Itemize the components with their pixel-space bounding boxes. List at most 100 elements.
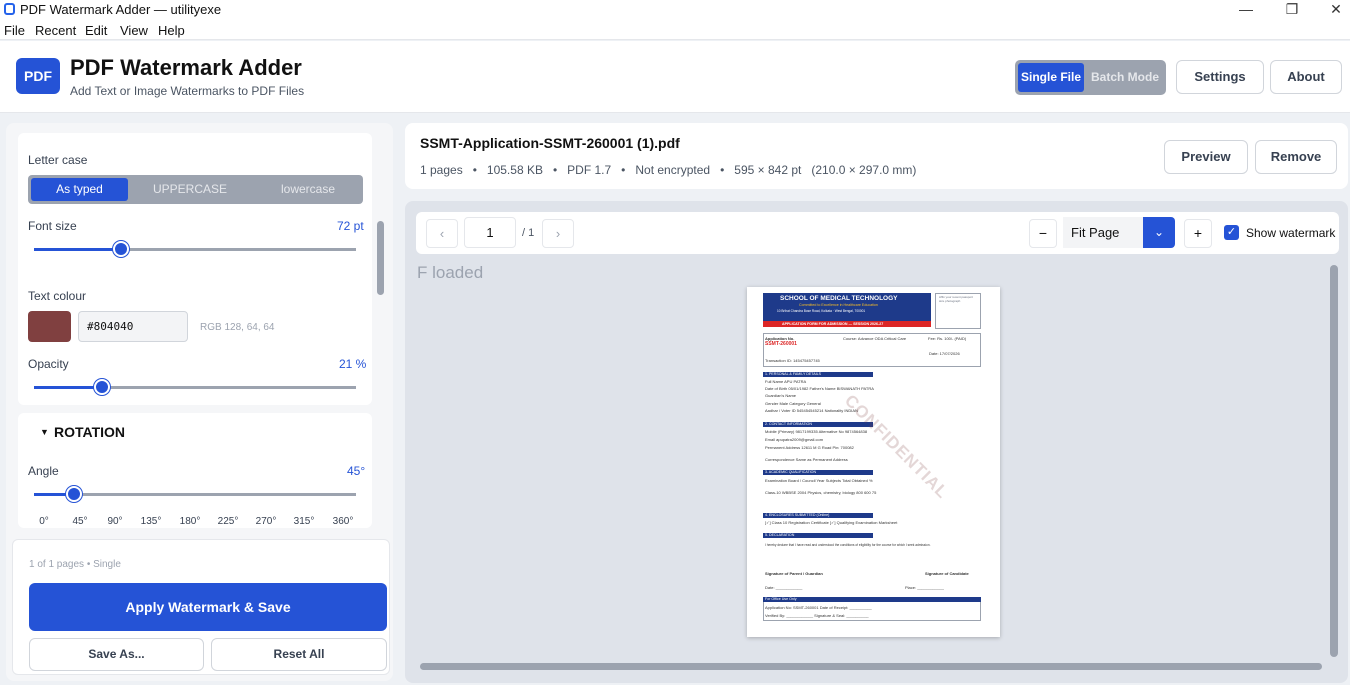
- menu-view[interactable]: View: [120, 23, 148, 38]
- maximize-icon[interactable]: ❐: [1282, 1, 1302, 18]
- doc-row: Gender Male Category General: [765, 401, 821, 406]
- action-card: 1 of 1 pages • Single Apply Watermark & …: [12, 539, 390, 675]
- font-size-label: Font size: [28, 219, 77, 233]
- panel-scrollbar[interactable]: [377, 221, 384, 295]
- case-as-typed[interactable]: As typed: [31, 178, 128, 201]
- letter-case-toggle: As typed UPPERCASE lowercase: [28, 175, 363, 204]
- angle-preset-360[interactable]: 360°: [328, 516, 358, 527]
- single-file-button[interactable]: Single File: [1018, 63, 1084, 92]
- remove-button[interactable]: Remove: [1255, 140, 1337, 174]
- preview-button[interactable]: Preview: [1164, 140, 1248, 174]
- font-size-value: 72 pt: [337, 219, 364, 233]
- doc-row: Email apupatra2009@gmail.com: [765, 437, 824, 442]
- doc-photo-text: Affix your recent passport size photogra…: [939, 295, 973, 303]
- doc-tagline: Committed to Excellence in Healthcare Ed…: [799, 303, 878, 307]
- menu-edit[interactable]: Edit: [85, 23, 107, 38]
- doc-fee: Fee: Rs. 100/- (PAID): [928, 336, 967, 341]
- collapse-caret-icon[interactable]: ▼: [40, 427, 49, 437]
- doc-sig-candidate: Signature of Candidate: [925, 571, 969, 576]
- prev-page-button[interactable]: ‹: [426, 219, 458, 248]
- app-icon: [4, 3, 15, 15]
- show-watermark-label[interactable]: Show watermark: [1246, 226, 1335, 240]
- app-logo: PDF: [16, 58, 60, 94]
- watermark-text: CONFIDENTIAL: [840, 390, 953, 503]
- mode-toggle: Single File Batch Mode: [1015, 60, 1166, 95]
- doc-row: Verified By: ____________ Signature & Se…: [765, 613, 869, 618]
- title-bar: PDF Watermark Adder — utilityexe — ❐ ✕: [0, 0, 1350, 20]
- opacity-thumb[interactable]: [93, 379, 110, 395]
- colour-hex-input[interactable]: #804040: [78, 311, 188, 342]
- menu-bar: File Recent Edit View Help: [0, 20, 1350, 40]
- zoom-out-button[interactable]: −: [1029, 219, 1057, 248]
- preview-horizontal-scrollbar[interactable]: [420, 663, 1322, 670]
- doc-place-line: Place: ____________: [905, 585, 944, 590]
- angle-value: 45°: [347, 464, 366, 478]
- case-uppercase[interactable]: UPPERCASE: [140, 178, 240, 201]
- text-style-card: [18, 133, 372, 405]
- doc-section-2: 2. CONTACT INFORMATION: [763, 422, 873, 427]
- opacity-slider[interactable]: [34, 379, 356, 395]
- page-total: / 1: [522, 227, 535, 239]
- case-lowercase[interactable]: lowercase: [258, 178, 358, 201]
- save-as-button[interactable]: Save As...: [29, 638, 204, 671]
- doc-row: Correspondence Same as Permanent Address: [765, 457, 848, 462]
- doc-txn: Transaction ID: 145475457745: [765, 358, 820, 363]
- rotation-title[interactable]: ROTATION: [54, 424, 125, 440]
- page-info: 1 of 1 pages • Single: [29, 559, 121, 570]
- viewer-toolbar: ‹ 1 / 1 › − Fit Page ⌄ + ✓ Show watermar…: [416, 212, 1339, 254]
- about-button[interactable]: About: [1270, 60, 1342, 94]
- doc-row: Application No: SSMT-260001 Date of Rece…: [765, 605, 872, 610]
- opacity-value: 21 %: [339, 357, 367, 371]
- colour-rgb-text: RGB 128, 64, 64: [200, 322, 275, 333]
- angle-preset-315[interactable]: 315°: [289, 516, 319, 527]
- app-title: PDF Watermark Adder: [70, 55, 302, 80]
- text-colour-label: Text colour: [28, 289, 87, 303]
- angle-preset-180[interactable]: 180°: [175, 516, 205, 527]
- doc-section-4: 4. ENCLOSURES SUBMITTED (Online): [763, 513, 873, 518]
- angle-preset-0[interactable]: 0°: [29, 516, 59, 527]
- doc-form-title: APPLICATION FORM FOR ADMISSION — SESSION…: [782, 322, 884, 326]
- next-page-button[interactable]: ›: [542, 219, 574, 248]
- angle-preset-90[interactable]: 90°: [100, 516, 130, 527]
- angle-slider[interactable]: [34, 486, 356, 502]
- settings-button[interactable]: Settings: [1176, 60, 1264, 94]
- menu-recent[interactable]: Recent: [35, 23, 76, 38]
- doc-row: Guardian's Name: [765, 393, 796, 398]
- file-name: SSMT-Application-SSMT-260001 (1).pdf: [420, 135, 680, 151]
- angle-label: Angle: [28, 464, 59, 478]
- batch-mode-button[interactable]: Batch Mode: [1087, 63, 1163, 92]
- angle-preset-270[interactable]: 270°: [251, 516, 281, 527]
- angle-preset-45[interactable]: 45°: [65, 516, 95, 527]
- angle-preset-225[interactable]: 225°: [213, 516, 243, 527]
- reset-all-button[interactable]: Reset All: [211, 638, 387, 671]
- file-info-card: SSMT-Application-SSMT-260001 (1).pdf 1 p…: [405, 123, 1348, 189]
- doc-row: Class-10 WBBSE 2004 Physics, chemistry, …: [765, 490, 877, 495]
- chevron-down-icon[interactable]: ⌄: [1143, 217, 1175, 248]
- apply-watermark-button[interactable]: Apply Watermark & Save: [29, 583, 387, 631]
- menu-help[interactable]: Help: [158, 23, 185, 38]
- doc-address: 10 Brihat Chandra Bose Road, Kolkata · W…: [777, 309, 866, 313]
- page-number-input[interactable]: 1: [464, 217, 516, 248]
- menu-file[interactable]: File: [4, 23, 25, 38]
- preview-area: ‹ 1 / 1 › − Fit Page ⌄ + ✓ Show watermar…: [405, 201, 1348, 683]
- letter-case-label: Letter case: [28, 153, 88, 167]
- app-header: PDF PDF Watermark Adder Add Text or Imag…: [0, 41, 1350, 113]
- doc-course: Course: Advance ODA Critical Care: [843, 336, 907, 341]
- doc-section-5: 5. DECLARATION: [763, 533, 873, 538]
- doc-row: Mobile (Primary) 9817199335 Alternative …: [765, 429, 868, 434]
- doc-section-1: 1. PERSONAL & FAMILY DETAILS: [763, 372, 873, 377]
- loaded-text: F loaded: [417, 263, 484, 282]
- close-icon[interactable]: ✕: [1326, 1, 1346, 18]
- doc-date-line: Date: ____________: [765, 585, 803, 590]
- minimize-icon[interactable]: —: [1236, 1, 1256, 17]
- zoom-in-button[interactable]: +: [1184, 219, 1212, 248]
- doc-row: [✓] Class 10 Registration Certificate [✓…: [765, 520, 898, 525]
- font-size-thumb[interactable]: [112, 241, 129, 257]
- colour-swatch[interactable]: [28, 311, 71, 342]
- preview-vertical-scrollbar[interactable]: [1330, 265, 1338, 657]
- window-title: PDF Watermark Adder — utilityexe: [20, 2, 222, 17]
- font-size-slider[interactable]: [34, 241, 356, 257]
- show-watermark-checkbox[interactable]: ✓: [1224, 225, 1239, 240]
- angle-preset-135[interactable]: 135°: [136, 516, 166, 527]
- zoom-select[interactable]: Fit Page: [1063, 217, 1143, 248]
